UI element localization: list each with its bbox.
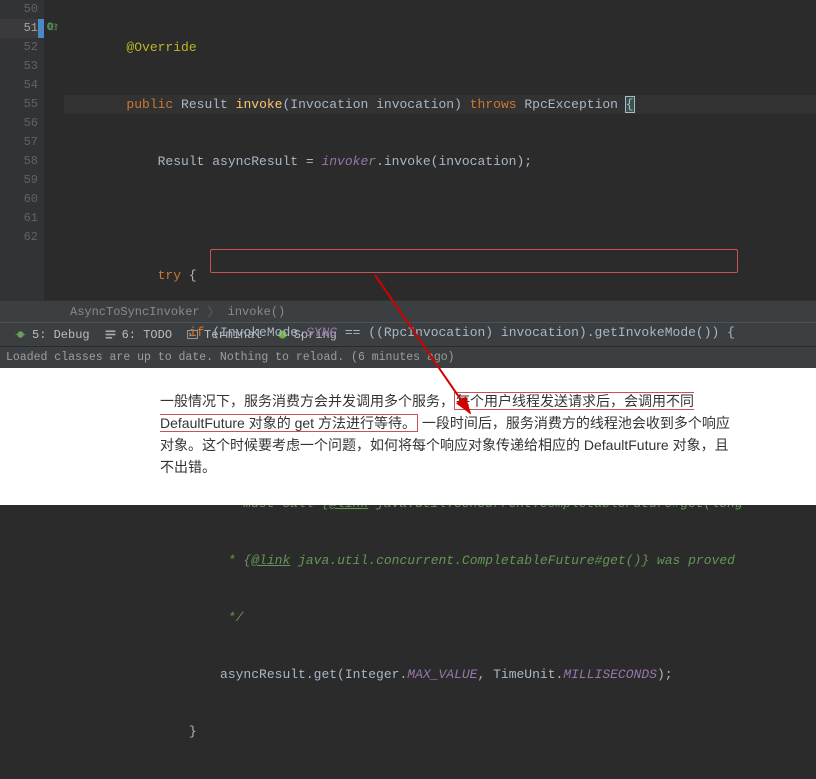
code-content[interactable]: @Override public Result invoke(Invocatio…: [62, 0, 816, 300]
line-number: 52: [0, 38, 38, 57]
line-number: 50: [0, 0, 38, 19]
override-gutter-icon[interactable]: O↑: [47, 19, 60, 38]
fold-column[interactable]: ⊟: [44, 0, 62, 300]
line-gutter: 50 51 52 53 54 55 56 57 58 59 60 61 62 O…: [0, 0, 44, 300]
vcs-change-marker: [38, 19, 44, 38]
line-number: 61: [0, 209, 38, 228]
line-number: 54: [0, 76, 38, 95]
line-number: 53: [0, 57, 38, 76]
code-editor[interactable]: 50 51 52 53 54 55 56 57 58 59 60 61 62 O…: [0, 0, 816, 300]
line-number: 55: [0, 95, 38, 114]
line-number: 56: [0, 114, 38, 133]
line-number: 60: [0, 190, 38, 209]
bug-icon: [14, 328, 27, 341]
explanation-panel: 一般情况下，服务消费方会并发调用多个服务，每个用户线程发送请求后，会调用不同 D…: [0, 368, 816, 505]
line-number: 59: [0, 171, 38, 190]
explanation-text: 一般情况下，服务消费方会并发调用多个服务，每个用户线程发送请求后，会调用不同 D…: [160, 390, 730, 478]
annotation: @Override: [126, 40, 196, 55]
line-number: 51: [0, 19, 38, 38]
line-number: 58: [0, 152, 38, 171]
line-number: 57: [0, 133, 38, 152]
line-number: 62: [0, 228, 38, 247]
